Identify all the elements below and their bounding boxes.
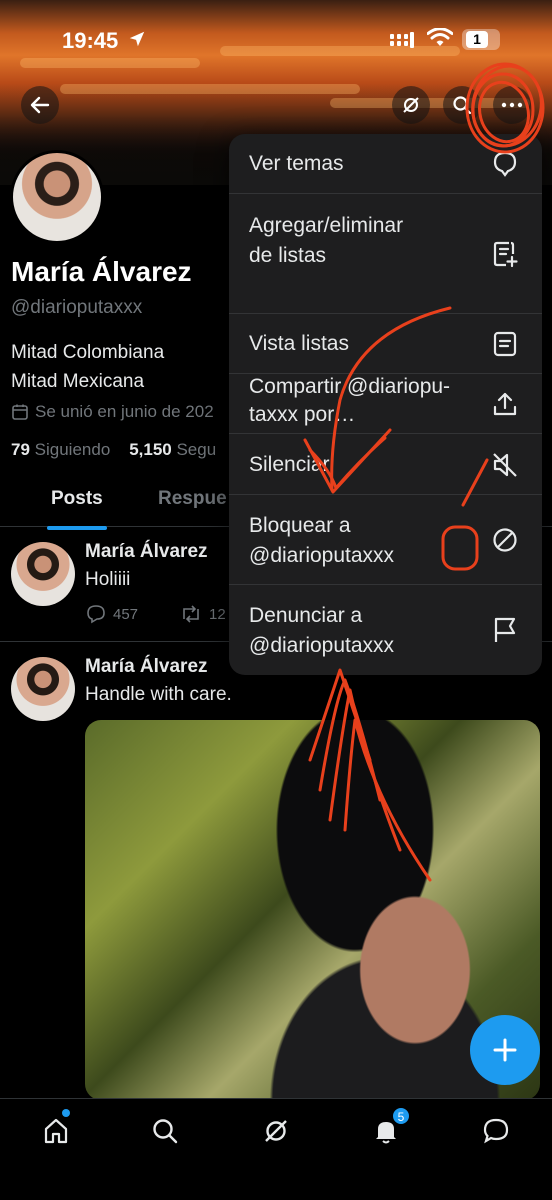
more-options-button[interactable] — [493, 86, 531, 124]
profile-handle: @diarioputaxxx — [11, 297, 143, 318]
cellular-signal-icon — [390, 32, 414, 48]
topics-icon — [493, 151, 517, 177]
more-horizontal-icon — [501, 102, 523, 108]
nav-home[interactable] — [36, 1111, 76, 1151]
reply-icon — [87, 605, 105, 624]
bottom-navigation: 5 — [0, 1098, 552, 1200]
back-button[interactable] — [21, 86, 59, 124]
chat-bubble-icon — [483, 1118, 509, 1144]
menu-item-label: Vista listas — [249, 332, 349, 355]
list-add-icon — [493, 241, 518, 268]
post-text: Handle with care. — [85, 684, 232, 705]
follow-stats: 79 Siguiendo 5,150 Segu — [11, 440, 216, 460]
menu-item-denunciar[interactable]: Denunciar a @diarioputaxxx — [229, 585, 542, 675]
grok-icon — [403, 97, 419, 113]
battery-indicator: 1 — [462, 29, 500, 50]
menu-item-label-line: Compartir @diariopu- — [249, 375, 451, 398]
profile-name: María Álvarez — [11, 256, 192, 287]
menu-item-label-line: @diarioputaxxx — [249, 544, 395, 567]
location-arrow-icon — [129, 31, 145, 47]
menu-item-compartir[interactable]: Compartir @diariopu- taxxx por… — [229, 374, 542, 434]
reply-button[interactable]: 457 — [86, 604, 138, 624]
status-bar: 19:45 1 — [0, 0, 552, 80]
post-avatar[interactable] — [11, 657, 75, 721]
menu-item-silenciar[interactable]: Silenciar — [229, 434, 542, 495]
post-text: Holiiii — [85, 569, 131, 590]
status-time: 19:45 — [62, 28, 119, 53]
menu-item-ver-temas[interactable]: Ver temas — [229, 134, 542, 194]
menu-item-label: Silenciar — [249, 453, 330, 476]
wifi-icon — [427, 28, 453, 46]
menu-item-label-line: Bloquear a — [249, 514, 351, 537]
menu-item-label-line: @diarioputaxxx — [249, 634, 395, 657]
repost-icon — [183, 605, 199, 623]
menu-item-label-line: taxxx por… — [249, 403, 356, 426]
plus-icon — [493, 1038, 517, 1062]
tab-replies[interactable]: Respue — [158, 488, 227, 510]
menu-item-bloquear[interactable]: Bloquear a @diarioputaxxx — [229, 495, 542, 585]
following-count[interactable]: 79 — [11, 440, 30, 459]
followers-count[interactable]: 5,150 — [129, 440, 172, 459]
profile-avatar[interactable] — [10, 150, 104, 244]
post-author-name[interactable]: María Álvarez — [85, 656, 208, 678]
menu-item-agregar-listas[interactable]: Agregar/eliminar de listas — [229, 194, 542, 314]
nav-search[interactable] — [145, 1111, 185, 1151]
bio-line: Mitad Colombiana — [11, 342, 165, 363]
battery-level: 1 — [466, 31, 488, 48]
mute-icon — [493, 453, 517, 477]
home-unread-dot — [62, 1109, 70, 1117]
notifications-badge: 5 — [392, 1107, 410, 1125]
reply-count: 457 — [113, 605, 139, 623]
menu-item-label-line: Denunciar a — [249, 604, 363, 627]
grok-button[interactable] — [392, 86, 430, 124]
arrow-left-icon — [30, 96, 50, 114]
flag-icon — [494, 617, 516, 642]
search-button[interactable] — [443, 86, 481, 124]
join-date: Se unió en junio de 202 — [11, 402, 214, 422]
menu-item-label: Ver temas — [249, 152, 344, 175]
compose-post-button[interactable] — [470, 1015, 540, 1085]
list-icon — [493, 331, 517, 357]
post-author-name[interactable]: María Álvarez — [85, 541, 208, 563]
share-icon — [493, 392, 517, 416]
repost-button[interactable]: 12 — [180, 604, 226, 624]
nav-grok[interactable] — [256, 1111, 296, 1151]
grok-icon — [265, 1120, 287, 1142]
join-date-text: Se unió en junio de 202 — [35, 402, 214, 421]
bio-line: Mitad Mexicana — [11, 371, 145, 392]
menu-item-vista-listas[interactable]: Vista listas — [229, 314, 542, 374]
profile-bio: Mitad Colombiana Mitad Mexicana — [11, 338, 164, 396]
followers-label[interactable]: Segu — [176, 440, 216, 459]
following-label[interactable]: Siguiendo — [35, 440, 111, 459]
tab-posts[interactable]: Posts — [47, 488, 107, 530]
profile-options-menu: Ver temas Agregar/eliminar de listas Vis… — [229, 134, 542, 675]
menu-item-label: Agregar/eliminar de listas — [249, 214, 404, 267]
home-icon — [44, 1118, 68, 1144]
search-icon — [453, 96, 472, 115]
search-icon — [153, 1119, 178, 1144]
block-icon — [493, 528, 517, 552]
calendar-icon — [12, 404, 28, 420]
post-avatar[interactable] — [11, 542, 75, 606]
nav-messages[interactable] — [476, 1111, 516, 1151]
repost-count: 12 — [209, 605, 226, 623]
